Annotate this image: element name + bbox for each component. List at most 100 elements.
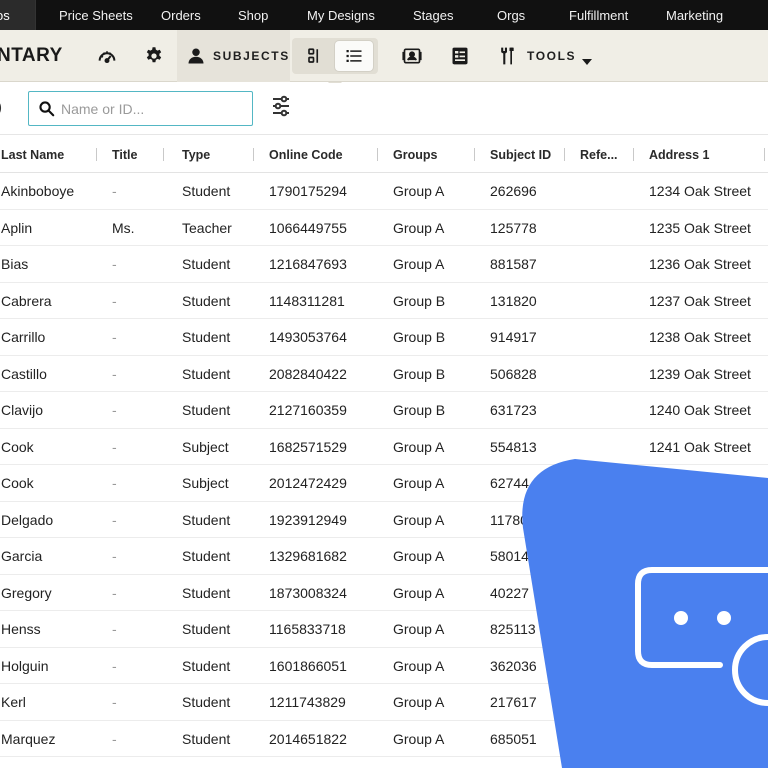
table-row[interactable]: Akinboboye - Student 1790175294 Group A 26269… <box>0 173 768 210</box>
cell-subject-id: 131820 <box>490 292 537 309</box>
cell-type: Teacher <box>182 219 232 236</box>
cell-last-name: Cook <box>1 475 34 491</box>
table-row[interactable]: Cook - Subject 2012472429 Group A 62744 <box>0 465 768 502</box>
cell-title: - <box>112 548 117 564</box>
cell-groups: Group A <box>393 219 445 236</box>
column-header-online-code[interactable]: Online Code <box>269 136 343 173</box>
column-header-address-1[interactable]: Address 1 <box>649 136 709 173</box>
id-card-icon[interactable] <box>448 44 472 68</box>
cell-type: Student <box>182 548 231 564</box>
nav-item-orders[interactable]: Orders <box>161 0 201 30</box>
cell-groups: Group B <box>393 402 446 418</box>
cell-online-code: 1165833718 <box>269 621 346 637</box>
column-header-type[interactable]: Type <box>182 136 210 173</box>
column-header-last-name[interactable]: Last Name <box>1 136 64 173</box>
cell-online-code: 1329681682 <box>269 548 347 564</box>
nav-item-fulfillment[interactable]: Fulfillment <box>569 0 628 30</box>
caret-down-icon[interactable] <box>582 53 592 71</box>
nav-item-orgs[interactable]: Orgs <box>497 0 525 30</box>
cell-online-code: 1066449755 <box>269 219 347 236</box>
cell-online-code: 1923912949 <box>269 511 347 528</box>
column-divider[interactable] <box>96 148 97 161</box>
card-view-button[interactable] <box>296 41 334 71</box>
table-row[interactable]: Castillo - Student 2082840422 Group B 506828 1… <box>0 356 768 392</box>
cell-subject-id: 362036 <box>490 657 537 674</box>
cell-subject-id: 217617 <box>490 694 537 710</box>
cell-type: Student <box>182 657 231 674</box>
cell-groups: Group A <box>393 183 445 199</box>
cell-title: - <box>112 511 117 528</box>
table-row[interactable]: Carrillo - Student 1493053764 Group B 914917 1… <box>0 319 768 356</box>
gear-icon[interactable] <box>142 44 166 68</box>
cell-last-name: Kerl <box>1 694 26 710</box>
card-view-icon <box>308 48 319 63</box>
table-row[interactable]: Clavijo - Student 2127160359 Group B 631723 12… <box>0 392 768 429</box>
table-row[interactable]: Cook - Subject 1682571529 Group A 554813 1241 … <box>0 429 768 465</box>
cell-subject-id: 631723 <box>490 402 537 418</box>
column-divider[interactable] <box>377 148 378 161</box>
cell-last-name: Bias <box>1 256 29 272</box>
column-divider[interactable] <box>764 148 765 161</box>
cell-subject-id: 11780 <box>490 511 528 528</box>
table-row[interactable]: Holguin - Student 1601866051 Group A 362036 <box>0 648 768 684</box>
table-row[interactable]: Bias - Student 1216847693 Group A 881587 1236 … <box>0 246 768 283</box>
brand-title: NTARY <box>0 45 63 66</box>
cell-address-1: 1236 Oak Street <box>649 256 751 272</box>
cell-subject-id: 881587 <box>490 256 537 272</box>
column-divider[interactable] <box>474 148 475 161</box>
cell-last-name: Cook <box>1 438 34 455</box>
nav-item-my-designs[interactable]: My Designs <box>307 0 375 30</box>
column-divider[interactable] <box>564 148 565 161</box>
cell-subject-id: 62744 <box>490 475 529 491</box>
table-row[interactable]: Henss - Student 1165833718 Group A 825113 <box>0 611 768 648</box>
nav-item-stages[interactable]: Stages <box>413 0 453 30</box>
cell-groups: Group A <box>393 657 445 674</box>
cell-type: Student <box>182 183 231 199</box>
dashboard-icon[interactable] <box>95 44 119 68</box>
search-input[interactable] <box>61 100 241 117</box>
cell-type: Student <box>182 292 231 309</box>
cell-type: Student <box>182 329 231 345</box>
cell-title: - <box>112 584 117 601</box>
tab-subjects[interactable]: SUBJECTS <box>177 30 290 82</box>
cell-online-code: 2082840422 <box>269 365 347 382</box>
column-divider[interactable] <box>163 148 164 161</box>
cell-title: Ms. <box>112 219 135 236</box>
cell-online-code: 1216847693 <box>269 256 347 272</box>
cell-groups: Group A <box>393 438 445 455</box>
column-divider[interactable] <box>633 148 634 161</box>
nav-item-shop[interactable]: Shop <box>238 0 268 30</box>
table-row[interactable]: Cabrera - Student 1148311281 Group B 131820 12… <box>0 283 768 319</box>
cell-subject-id: 825113 <box>490 621 536 637</box>
cell-online-code: 2014651822 <box>269 730 347 747</box>
cell-type: Student <box>182 694 231 710</box>
table-row[interactable]: Marquez - Student 2014651822 Group A 685051 <box>0 721 768 757</box>
nav-item-marketing[interactable]: Marketing <box>666 0 723 30</box>
table-row[interactable]: Garcia - Student 1329681682 Group A 58014 <box>0 538 768 575</box>
table-row[interactable]: Gregory - Student 1873008324 Group A 40227 <box>0 575 768 611</box>
list-view-button[interactable] <box>335 41 373 71</box>
cell-online-code: 2012472429 <box>269 475 347 491</box>
nav-item-price-sheets[interactable]: Price Sheets <box>59 0 133 30</box>
cell-type: Subject <box>182 438 229 455</box>
nav-item-first[interactable]: os <box>0 0 36 30</box>
cell-online-code: 1790175294 <box>269 183 347 199</box>
photo-card-icon[interactable] <box>400 44 424 68</box>
table-row[interactable]: Kerl - Student 1211743829 Group A 217617 <box>0 684 768 721</box>
cell-last-name: Castillo <box>1 365 47 382</box>
column-header-reference[interactable]: Refe... <box>580 136 618 173</box>
column-header-title[interactable]: Title <box>112 136 137 173</box>
nav-item-first-label: os <box>0 7 10 23</box>
table-row[interactable]: Aplin Ms. Teacher 1066449755 Group A 125778 12… <box>0 210 768 246</box>
column-header-subject-id[interactable]: Subject ID <box>490 136 551 173</box>
table-row[interactable]: Delgado - Student 1923912949 Group A 11780 <box>0 502 768 538</box>
column-header-groups[interactable]: Groups <box>393 136 437 173</box>
column-divider[interactable] <box>253 148 254 161</box>
tools-label[interactable]: TOOLS <box>527 49 576 63</box>
cell-last-name: Holguin <box>1 657 49 674</box>
cell-address-1: 1239 Oak Street <box>649 365 751 382</box>
wrench-screwdriver-icon[interactable] <box>495 44 519 68</box>
cell-title: - <box>112 438 117 455</box>
filter-settings-icon[interactable] <box>271 95 293 119</box>
cell-title: - <box>112 402 117 418</box>
